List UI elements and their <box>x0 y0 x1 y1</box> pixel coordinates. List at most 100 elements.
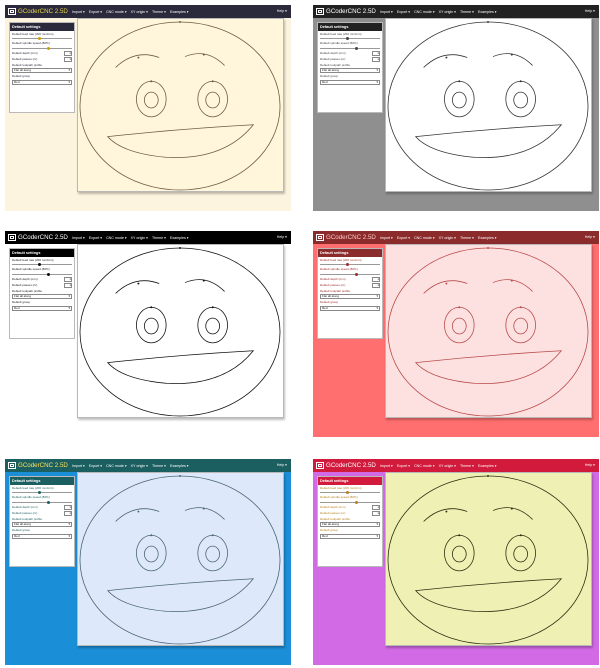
menu-cnc-mode[interactable]: CNC mode ▾ <box>414 464 435 468</box>
menu-xy-origin[interactable]: XY origin ▾ <box>131 236 148 240</box>
group-select[interactable]: Red <box>12 79 72 85</box>
menu-theme[interactable]: Theme ▾ <box>460 236 474 240</box>
menu-help[interactable]: Help ▾ <box>277 9 287 13</box>
menu-help[interactable]: Help ▾ <box>585 463 595 467</box>
menu-import[interactable]: Import ▾ <box>380 236 393 240</box>
menu-cnc-mode[interactable]: CNC mode ▾ <box>106 236 127 240</box>
menu-theme[interactable]: Theme ▾ <box>152 236 166 240</box>
feed-rate-slider[interactable] <box>12 37 72 41</box>
menu-help[interactable]: Help ▾ <box>585 9 595 13</box>
passes-input[interactable]: 1 <box>64 510 72 516</box>
toolpath-profile-select[interactable]: Flat all along <box>12 68 72 74</box>
menu-import[interactable]: Import ▾ <box>380 464 393 468</box>
menu-import[interactable]: Import ▾ <box>72 236 85 240</box>
passes-input[interactable]: 1 <box>372 56 380 62</box>
spindle-speed-slider-knob[interactable] <box>46 46 50 50</box>
menu-examples[interactable]: Examples ▾ <box>170 10 189 14</box>
spindle-speed-slider-knob[interactable] <box>354 500 358 504</box>
menu-export[interactable]: Export ▾ <box>89 236 102 240</box>
menu-help[interactable]: Help ▾ <box>277 235 287 239</box>
passes-input[interactable]: 1 <box>64 56 72 62</box>
menu-export[interactable]: Export ▾ <box>89 464 102 468</box>
feed-rate-slider[interactable] <box>320 37 380 41</box>
app-brand[interactable]: GCoderCNC 2.5D <box>316 459 376 472</box>
spindle-speed-slider-knob[interactable] <box>46 272 50 276</box>
app-brand[interactable]: GCoderCNC 2.5D <box>8 459 68 472</box>
group-select[interactable]: Red <box>12 533 72 539</box>
spindle-speed-slider-knob[interactable] <box>354 46 358 50</box>
menu-xy-origin[interactable]: XY origin ▾ <box>439 10 456 14</box>
spindle-speed-slider-knob[interactable] <box>46 500 50 504</box>
passes-input[interactable]: 1 <box>64 282 72 288</box>
menu-xy-origin[interactable]: XY origin ▾ <box>131 10 148 14</box>
group-select[interactable]: Red <box>320 305 380 311</box>
drawing-canvas[interactable] <box>385 244 592 418</box>
drawing-canvas[interactable] <box>77 472 284 646</box>
spindle-speed-slider[interactable] <box>320 272 380 276</box>
menu-cnc-mode[interactable]: CNC mode ▾ <box>414 10 435 14</box>
depth-input[interactable]: 1 <box>64 504 72 510</box>
feed-rate-slider-knob[interactable] <box>37 37 41 41</box>
group-select[interactable]: Red <box>320 79 380 85</box>
app-brand[interactable]: GCoderCNC 2.5D <box>8 231 68 244</box>
menu-xy-origin[interactable]: XY origin ▾ <box>131 464 148 468</box>
toolpath-profile-select[interactable]: Flat all along <box>320 294 380 300</box>
menu-theme[interactable]: Theme ▾ <box>152 10 166 14</box>
toolpath-profile-select[interactable]: Flat all along <box>12 522 72 528</box>
feed-rate-slider-knob[interactable] <box>345 491 349 495</box>
drawing-canvas[interactable] <box>77 244 284 418</box>
toolpath-profile-select[interactable]: Flat all along <box>12 294 72 300</box>
menu-examples[interactable]: Examples ▾ <box>478 10 497 14</box>
menu-xy-origin[interactable]: XY origin ▾ <box>439 464 456 468</box>
drawing-canvas[interactable] <box>77 18 284 192</box>
depth-input[interactable]: 1 <box>372 504 380 510</box>
group-select[interactable]: Red <box>320 533 380 539</box>
feed-rate-slider-knob[interactable] <box>345 263 349 267</box>
depth-input[interactable]: 1 <box>372 50 380 56</box>
menu-theme[interactable]: Theme ▾ <box>152 464 166 468</box>
toolpath-profile-select[interactable]: Flat all along <box>320 68 380 74</box>
passes-input[interactable]: 1 <box>372 282 380 288</box>
menu-examples[interactable]: Examples ▾ <box>478 236 497 240</box>
spindle-speed-slider[interactable] <box>320 46 380 50</box>
menu-import[interactable]: Import ▾ <box>72 464 85 468</box>
feed-rate-slider[interactable] <box>320 491 380 495</box>
menu-export[interactable]: Export ▾ <box>397 464 410 468</box>
menu-theme[interactable]: Theme ▾ <box>460 10 474 14</box>
menu-cnc-mode[interactable]: CNC mode ▾ <box>106 464 127 468</box>
spindle-speed-slider[interactable] <box>12 272 72 276</box>
passes-input[interactable]: 1 <box>372 510 380 516</box>
group-select[interactable]: Red <box>12 305 72 311</box>
menu-cnc-mode[interactable]: CNC mode ▾ <box>106 10 127 14</box>
menu-xy-origin[interactable]: XY origin ▾ <box>439 236 456 240</box>
depth-input[interactable]: 1 <box>64 50 72 56</box>
menu-export[interactable]: Export ▾ <box>397 236 410 240</box>
menu-export[interactable]: Export ▾ <box>89 10 102 14</box>
menu-theme[interactable]: Theme ▾ <box>460 464 474 468</box>
menu-import[interactable]: Import ▾ <box>380 10 393 14</box>
app-brand[interactable]: GCoderCNC 2.5D <box>8 5 68 18</box>
feed-rate-slider-knob[interactable] <box>37 263 41 267</box>
feed-rate-slider[interactable] <box>12 491 72 495</box>
menu-export[interactable]: Export ▾ <box>397 10 410 14</box>
menu-examples[interactable]: Examples ▾ <box>478 464 497 468</box>
toolpath-profile-select[interactable]: Flat all along <box>320 522 380 528</box>
app-brand[interactable]: GCoderCNC 2.5D <box>316 231 376 244</box>
menu-help[interactable]: Help ▾ <box>277 463 287 467</box>
spindle-speed-slider[interactable] <box>12 500 72 504</box>
app-brand[interactable]: GCoderCNC 2.5D <box>316 5 376 18</box>
feed-rate-slider-knob[interactable] <box>345 37 349 41</box>
feed-rate-slider[interactable] <box>320 263 380 267</box>
drawing-canvas[interactable] <box>385 18 592 192</box>
menu-import[interactable]: Import ▾ <box>72 10 85 14</box>
depth-input[interactable]: 1 <box>64 276 72 282</box>
feed-rate-slider-knob[interactable] <box>37 491 41 495</box>
menu-help[interactable]: Help ▾ <box>585 235 595 239</box>
spindle-speed-slider[interactable] <box>12 46 72 50</box>
depth-input[interactable]: 1 <box>372 276 380 282</box>
spindle-speed-slider-knob[interactable] <box>354 272 358 276</box>
drawing-canvas[interactable] <box>385 472 592 646</box>
spindle-speed-slider[interactable] <box>320 500 380 504</box>
menu-examples[interactable]: Examples ▾ <box>170 236 189 240</box>
menu-examples[interactable]: Examples ▾ <box>170 464 189 468</box>
